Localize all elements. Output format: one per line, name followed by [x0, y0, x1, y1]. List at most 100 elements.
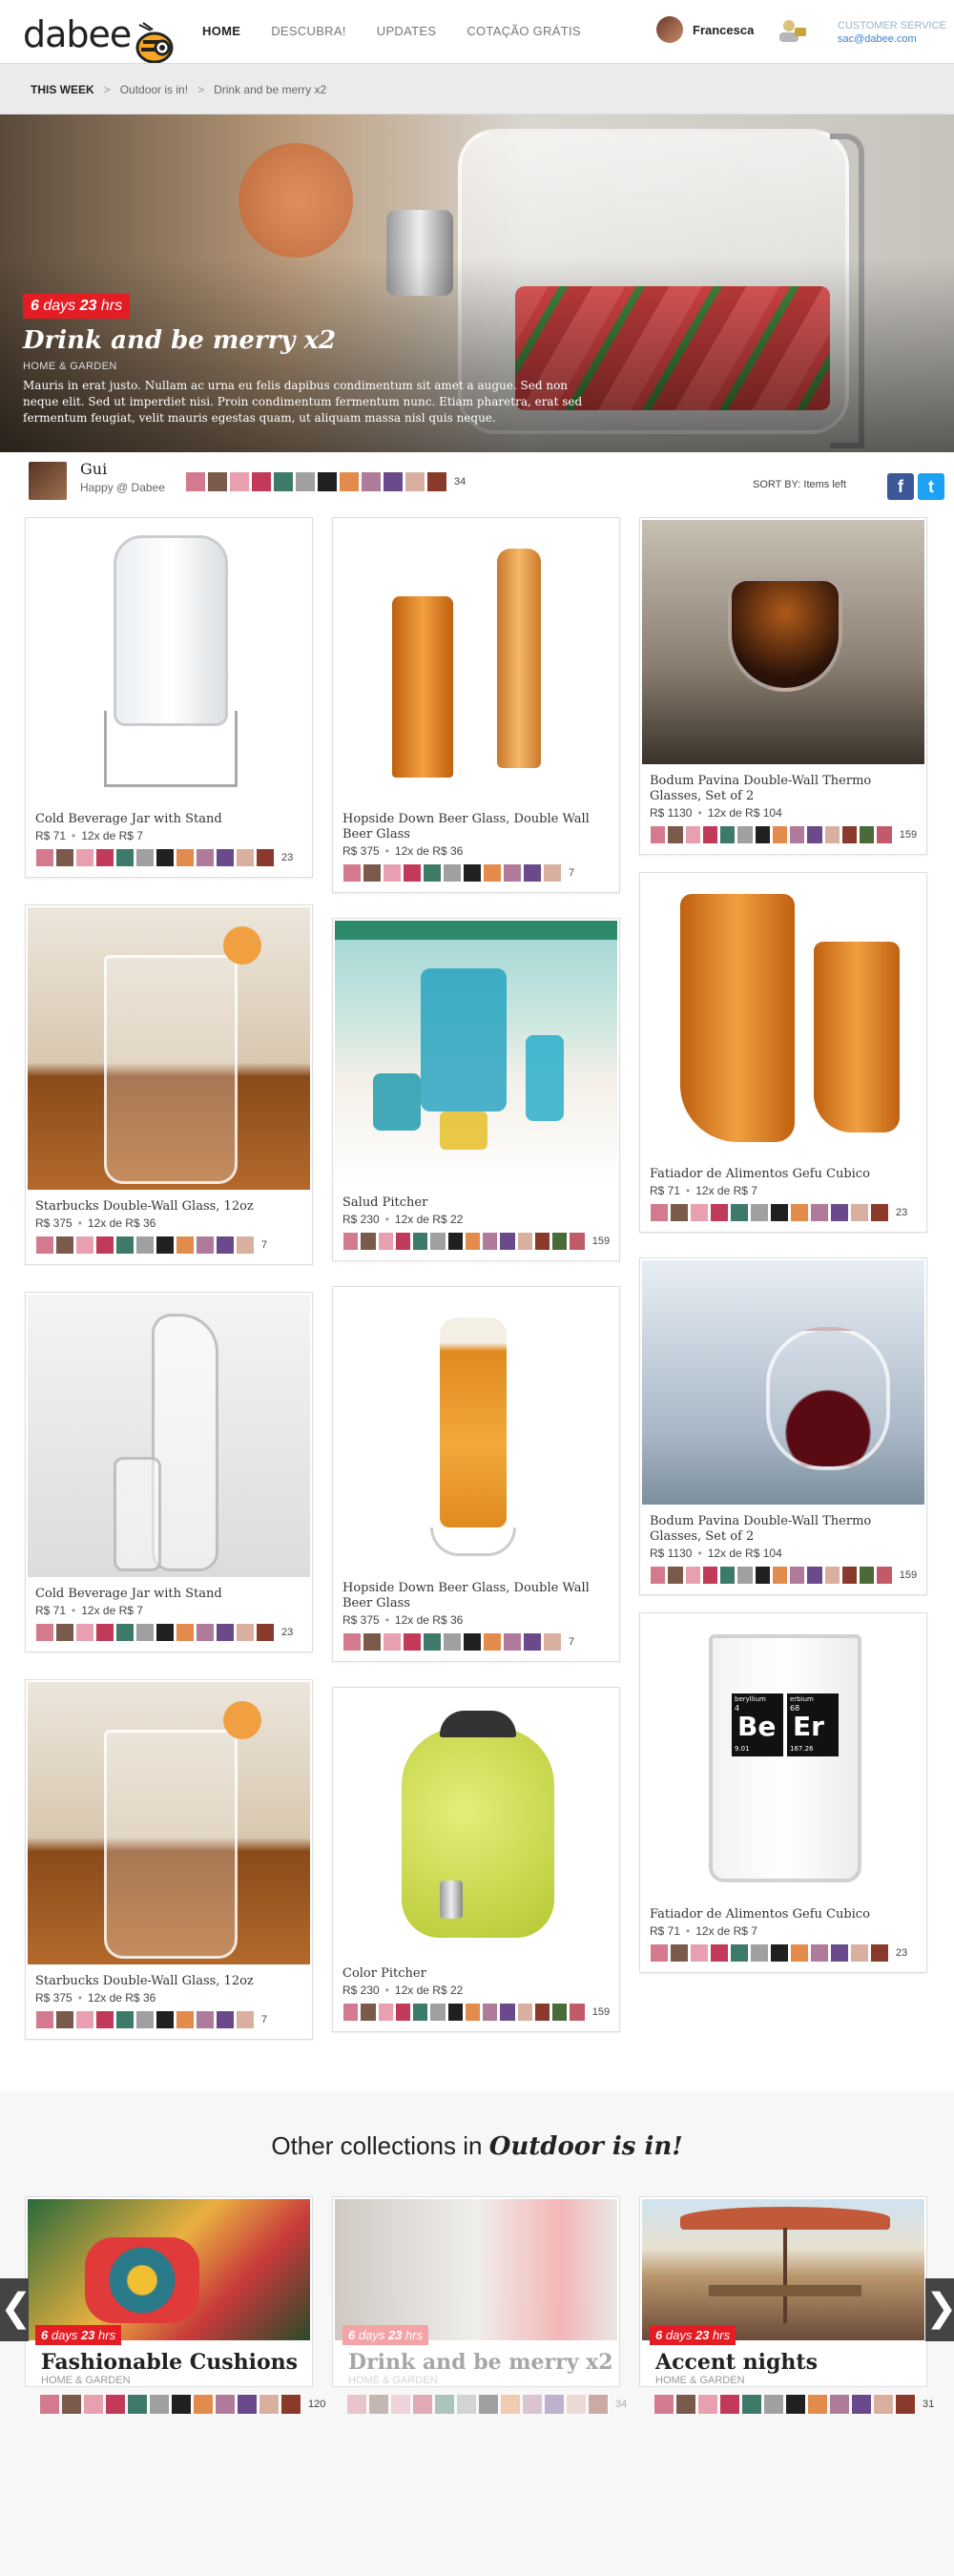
- liker-avatar[interactable]: [483, 863, 502, 883]
- liker-avatar[interactable]: [523, 863, 542, 883]
- liker-avatar[interactable]: [667, 825, 684, 844]
- liker-avatar[interactable]: [259, 2394, 280, 2415]
- liker-avatar[interactable]: [429, 1232, 446, 1251]
- liker-avatar[interactable]: [750, 1943, 769, 1963]
- liker-avatar[interactable]: [859, 1566, 876, 1585]
- liker-avatar[interactable]: [135, 848, 155, 867]
- liker-avatar[interactable]: [463, 863, 482, 883]
- liker-avatar[interactable]: [216, 2010, 235, 2029]
- twitter-icon[interactable]: t: [918, 473, 944, 500]
- product-card[interactable]: Cold Beverage Jar with Stand R$ 71 • 12x d…: [25, 517, 313, 878]
- liker-avatar[interactable]: [75, 2010, 94, 2029]
- follower-avatar[interactable]: [383, 471, 404, 492]
- liker-avatar[interactable]: [280, 2394, 301, 2415]
- liker-avatar[interactable]: [870, 1943, 889, 1963]
- liker-avatar[interactable]: [360, 2003, 377, 2022]
- liker-avatar[interactable]: [35, 1236, 54, 1255]
- collection-card[interactable]: 6 days 23 hrs Fashionable Cushions HOME …: [25, 2196, 325, 2415]
- liker-avatar[interactable]: [701, 1566, 719, 1585]
- liker-avatar[interactable]: [423, 1632, 442, 1652]
- liker-avatar[interactable]: [216, 848, 235, 867]
- liker-avatar[interactable]: [806, 1566, 823, 1585]
- product-title[interactable]: Bodum Pavina Double-Wall Thermo Glasses,…: [640, 1505, 926, 1545]
- liker-avatar[interactable]: [876, 825, 893, 844]
- product-card[interactable]: beryllium 4 Be 9.01 erbium 68 Er 167.26 …: [639, 1612, 927, 1973]
- liker-avatar[interactable]: [522, 2394, 543, 2415]
- collection-image[interactable]: [335, 2199, 617, 2340]
- logo[interactable]: dabee: [23, 13, 132, 55]
- liker-avatar[interactable]: [412, 1232, 429, 1251]
- liker-avatar[interactable]: [478, 2394, 499, 2415]
- liker-avatar[interactable]: [701, 825, 719, 844]
- liker-avatar[interactable]: [75, 848, 94, 867]
- liker-avatar[interactable]: [176, 1236, 195, 1255]
- liker-avatar[interactable]: [543, 1632, 562, 1652]
- liker-avatar[interactable]: [851, 2394, 872, 2415]
- liker-avatar[interactable]: [196, 1236, 215, 1255]
- cs-email[interactable]: sac@dabee.com: [838, 32, 946, 46]
- product-image[interactable]: [335, 520, 617, 802]
- liker-avatar[interactable]: [523, 1632, 542, 1652]
- product-card[interactable]: Fatiador de Alimentos Gefu Cubico R$ 71 •…: [639, 872, 927, 1233]
- liker-avatar[interactable]: [719, 825, 736, 844]
- liker-avatar[interactable]: [149, 2394, 170, 2415]
- liker-avatar[interactable]: [516, 1232, 533, 1251]
- liker-avatar[interactable]: [83, 2394, 104, 2415]
- liker-avatar[interactable]: [196, 2010, 215, 2029]
- nav-cotacao[interactable]: COTAÇÃO GRÁTIS: [467, 24, 581, 38]
- liker-avatar[interactable]: [434, 2394, 455, 2415]
- collection-name[interactable]: Drink and be merry x2: [348, 2350, 613, 2375]
- liker-avatar[interactable]: [503, 1632, 522, 1652]
- follower-avatar[interactable]: [229, 471, 250, 492]
- liker-avatar[interactable]: [785, 2394, 806, 2415]
- product-image[interactable]: [28, 907, 310, 1190]
- liker-avatar[interactable]: [754, 1566, 771, 1585]
- liker-avatar[interactable]: [719, 2394, 740, 2415]
- liker-avatar[interactable]: [684, 825, 701, 844]
- liker-avatar[interactable]: [500, 2394, 521, 2415]
- liker-avatar[interactable]: [823, 1566, 840, 1585]
- follower-avatar[interactable]: [404, 471, 425, 492]
- product-image[interactable]: [335, 921, 617, 1186]
- facebook-icon[interactable]: f: [887, 473, 914, 500]
- product-image[interactable]: beryllium 4 Be 9.01 erbium 68 Er 167.26: [642, 1615, 924, 1898]
- liker-avatar[interactable]: [810, 1203, 829, 1222]
- liker-avatar[interactable]: [127, 2394, 148, 2415]
- liker-avatar[interactable]: [873, 2394, 894, 2415]
- liker-avatar[interactable]: [810, 1943, 829, 1963]
- liker-avatar[interactable]: [650, 1566, 667, 1585]
- collection-name[interactable]: Accent nights: [655, 2350, 818, 2375]
- liker-avatar[interactable]: [790, 1943, 809, 1963]
- product-image[interactable]: [28, 520, 310, 802]
- liker-avatar[interactable]: [483, 1632, 502, 1652]
- liker-avatar[interactable]: [551, 2003, 569, 2022]
- nav-updates[interactable]: UPDATES: [377, 24, 437, 38]
- other-title-collection[interactable]: Outdoor is in!: [489, 2132, 683, 2161]
- product-image[interactable]: [28, 1682, 310, 1964]
- liker-avatar[interactable]: [763, 2394, 784, 2415]
- liker-avatar[interactable]: [789, 1566, 806, 1585]
- liker-avatar[interactable]: [482, 1232, 499, 1251]
- curator-avatar[interactable]: [29, 462, 67, 500]
- liker-avatar[interactable]: [830, 1203, 849, 1222]
- liker-avatar[interactable]: [115, 1623, 135, 1642]
- liker-avatar[interactable]: [377, 1232, 394, 1251]
- liker-avatar[interactable]: [516, 2003, 533, 2022]
- liker-avatar[interactable]: [95, 1236, 114, 1255]
- liker-avatar[interactable]: [342, 2003, 360, 2022]
- liker-avatar[interactable]: [75, 1623, 94, 1642]
- liker-avatar[interactable]: [236, 1236, 255, 1255]
- liker-avatar[interactable]: [736, 1566, 754, 1585]
- liker-avatar[interactable]: [236, 2010, 255, 2029]
- user-menu[interactable]: Francesca: [656, 16, 754, 43]
- liker-avatar[interactable]: [463, 1632, 482, 1652]
- product-title[interactable]: Fatiador de Alimentos Gefu Cubico: [640, 1898, 926, 1922]
- product-title[interactable]: Bodum Pavina Double-Wall Thermo Glasses,…: [640, 764, 926, 804]
- product-title[interactable]: Hopside Down Beer Glass, Double Wall Bee…: [333, 802, 619, 842]
- product-title[interactable]: Cold Beverage Jar with Stand: [26, 802, 312, 827]
- liker-avatar[interactable]: [75, 1236, 94, 1255]
- liker-avatar[interactable]: [193, 2394, 214, 2415]
- liker-avatar[interactable]: [770, 1943, 789, 1963]
- liker-avatar[interactable]: [35, 848, 54, 867]
- liker-avatar[interactable]: [55, 848, 74, 867]
